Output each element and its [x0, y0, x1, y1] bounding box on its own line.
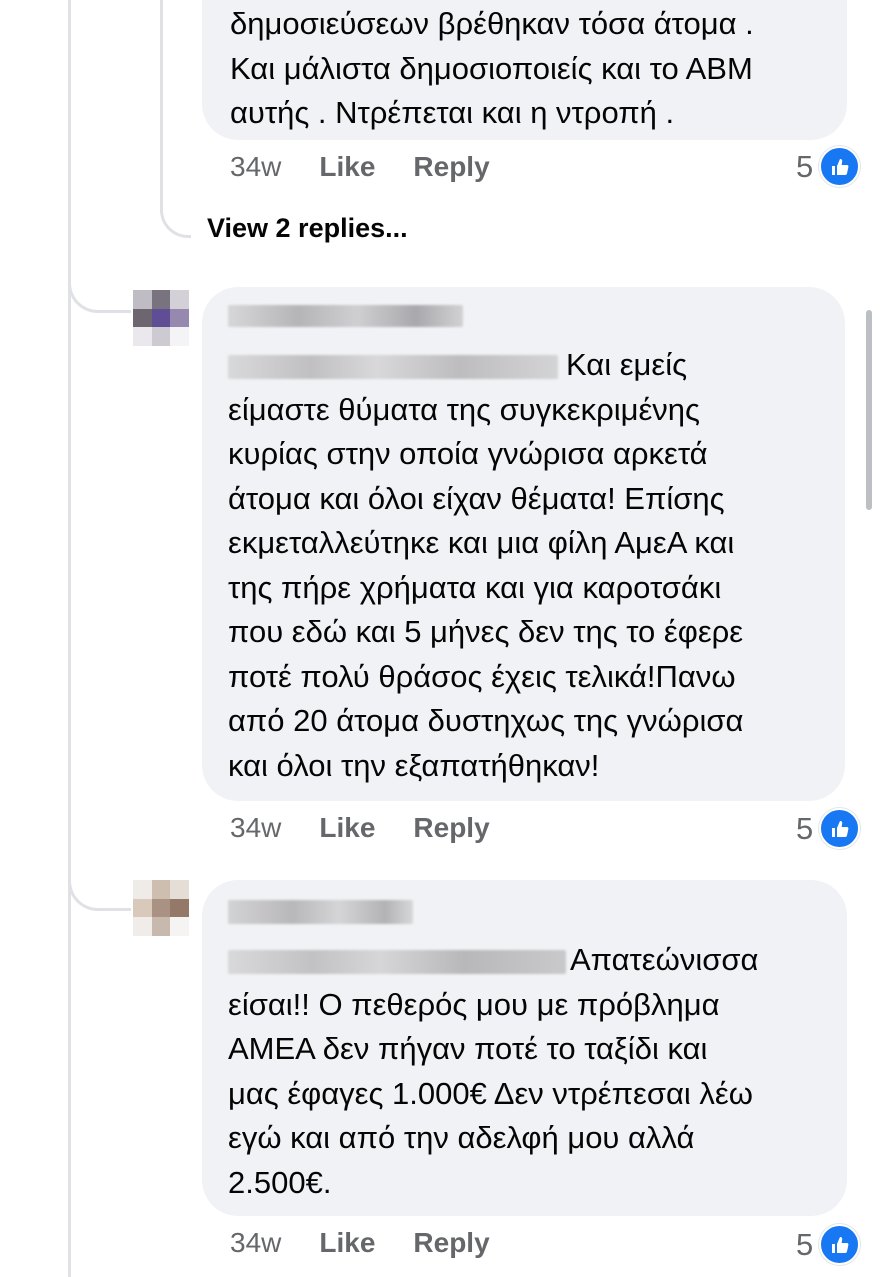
thread-line-main	[68, 0, 71, 1277]
mention-redacted	[228, 949, 566, 974]
mention-redacted	[228, 354, 558, 379]
thread-curve-comment-2	[68, 260, 131, 313]
comment-bubble: δημοσιεύσεων βρέθηκαν τόσα άτομα . Και μ…	[202, 0, 847, 140]
comment-actions: 34w Like Reply	[230, 1227, 490, 1259]
author-name-redacted	[228, 305, 845, 343]
comment-timestamp[interactable]: 34w	[230, 151, 281, 183]
like-thumb-icon	[819, 1224, 861, 1265]
reply-button[interactable]: Reply	[413, 1227, 489, 1259]
avatar[interactable]	[133, 880, 189, 936]
like-thumb-icon	[819, 146, 861, 187]
scrollbar[interactable]	[866, 310, 872, 510]
author-name-redacted	[228, 900, 847, 938]
like-thumb-icon	[819, 808, 861, 849]
comment-actions: 34w Like Reply	[230, 151, 490, 183]
like-button[interactable]: Like	[319, 151, 375, 183]
comment-body: Απατεώνισσα είσαι!! Ο πεθερός μου με πρό…	[228, 938, 847, 1205]
reaction-count[interactable]: 5	[796, 808, 861, 849]
thread-curve-comment-3	[68, 860, 131, 911]
comment-text: Και εμείς είμαστε θύματα της συγκεκριμέν…	[228, 347, 744, 783]
avatar[interactable]	[133, 290, 189, 346]
thread-line-reply	[160, 0, 163, 205]
view-replies-link[interactable]: View 2 replies...	[207, 213, 408, 244]
comment-body: Και εμείς είμαστε θύματα της συγκεκριμέν…	[228, 343, 845, 788]
comment-text: Απατεώνισσα είσαι!! Ο πεθερός μου με πρό…	[228, 942, 759, 1200]
reaction-number: 5	[796, 1226, 814, 1262]
reaction-number: 5	[796, 810, 814, 846]
reaction-count[interactable]: 5	[796, 146, 861, 187]
comment-timestamp[interactable]: 34w	[230, 812, 281, 844]
like-button[interactable]: Like	[319, 812, 375, 844]
reaction-number: 5	[796, 148, 814, 184]
reply-button[interactable]: Reply	[413, 812, 489, 844]
thread-curve-replies	[160, 185, 191, 238]
comment-bubble: Και εμείς είμαστε θύματα της συγκεκριμέν…	[202, 287, 845, 801]
comment-text: δημοσιεύσεων βρέθηκαν τόσα άτομα . Και μ…	[230, 6, 754, 130]
comment-timestamp[interactable]: 34w	[230, 1227, 281, 1259]
comment-bubble: Απατεώνισσα είσαι!! Ο πεθερός μου με πρό…	[202, 880, 847, 1216]
comment-actions: 34w Like Reply	[230, 812, 490, 844]
reaction-count[interactable]: 5	[796, 1224, 861, 1265]
like-button[interactable]: Like	[319, 1227, 375, 1259]
reply-button[interactable]: Reply	[413, 151, 489, 183]
